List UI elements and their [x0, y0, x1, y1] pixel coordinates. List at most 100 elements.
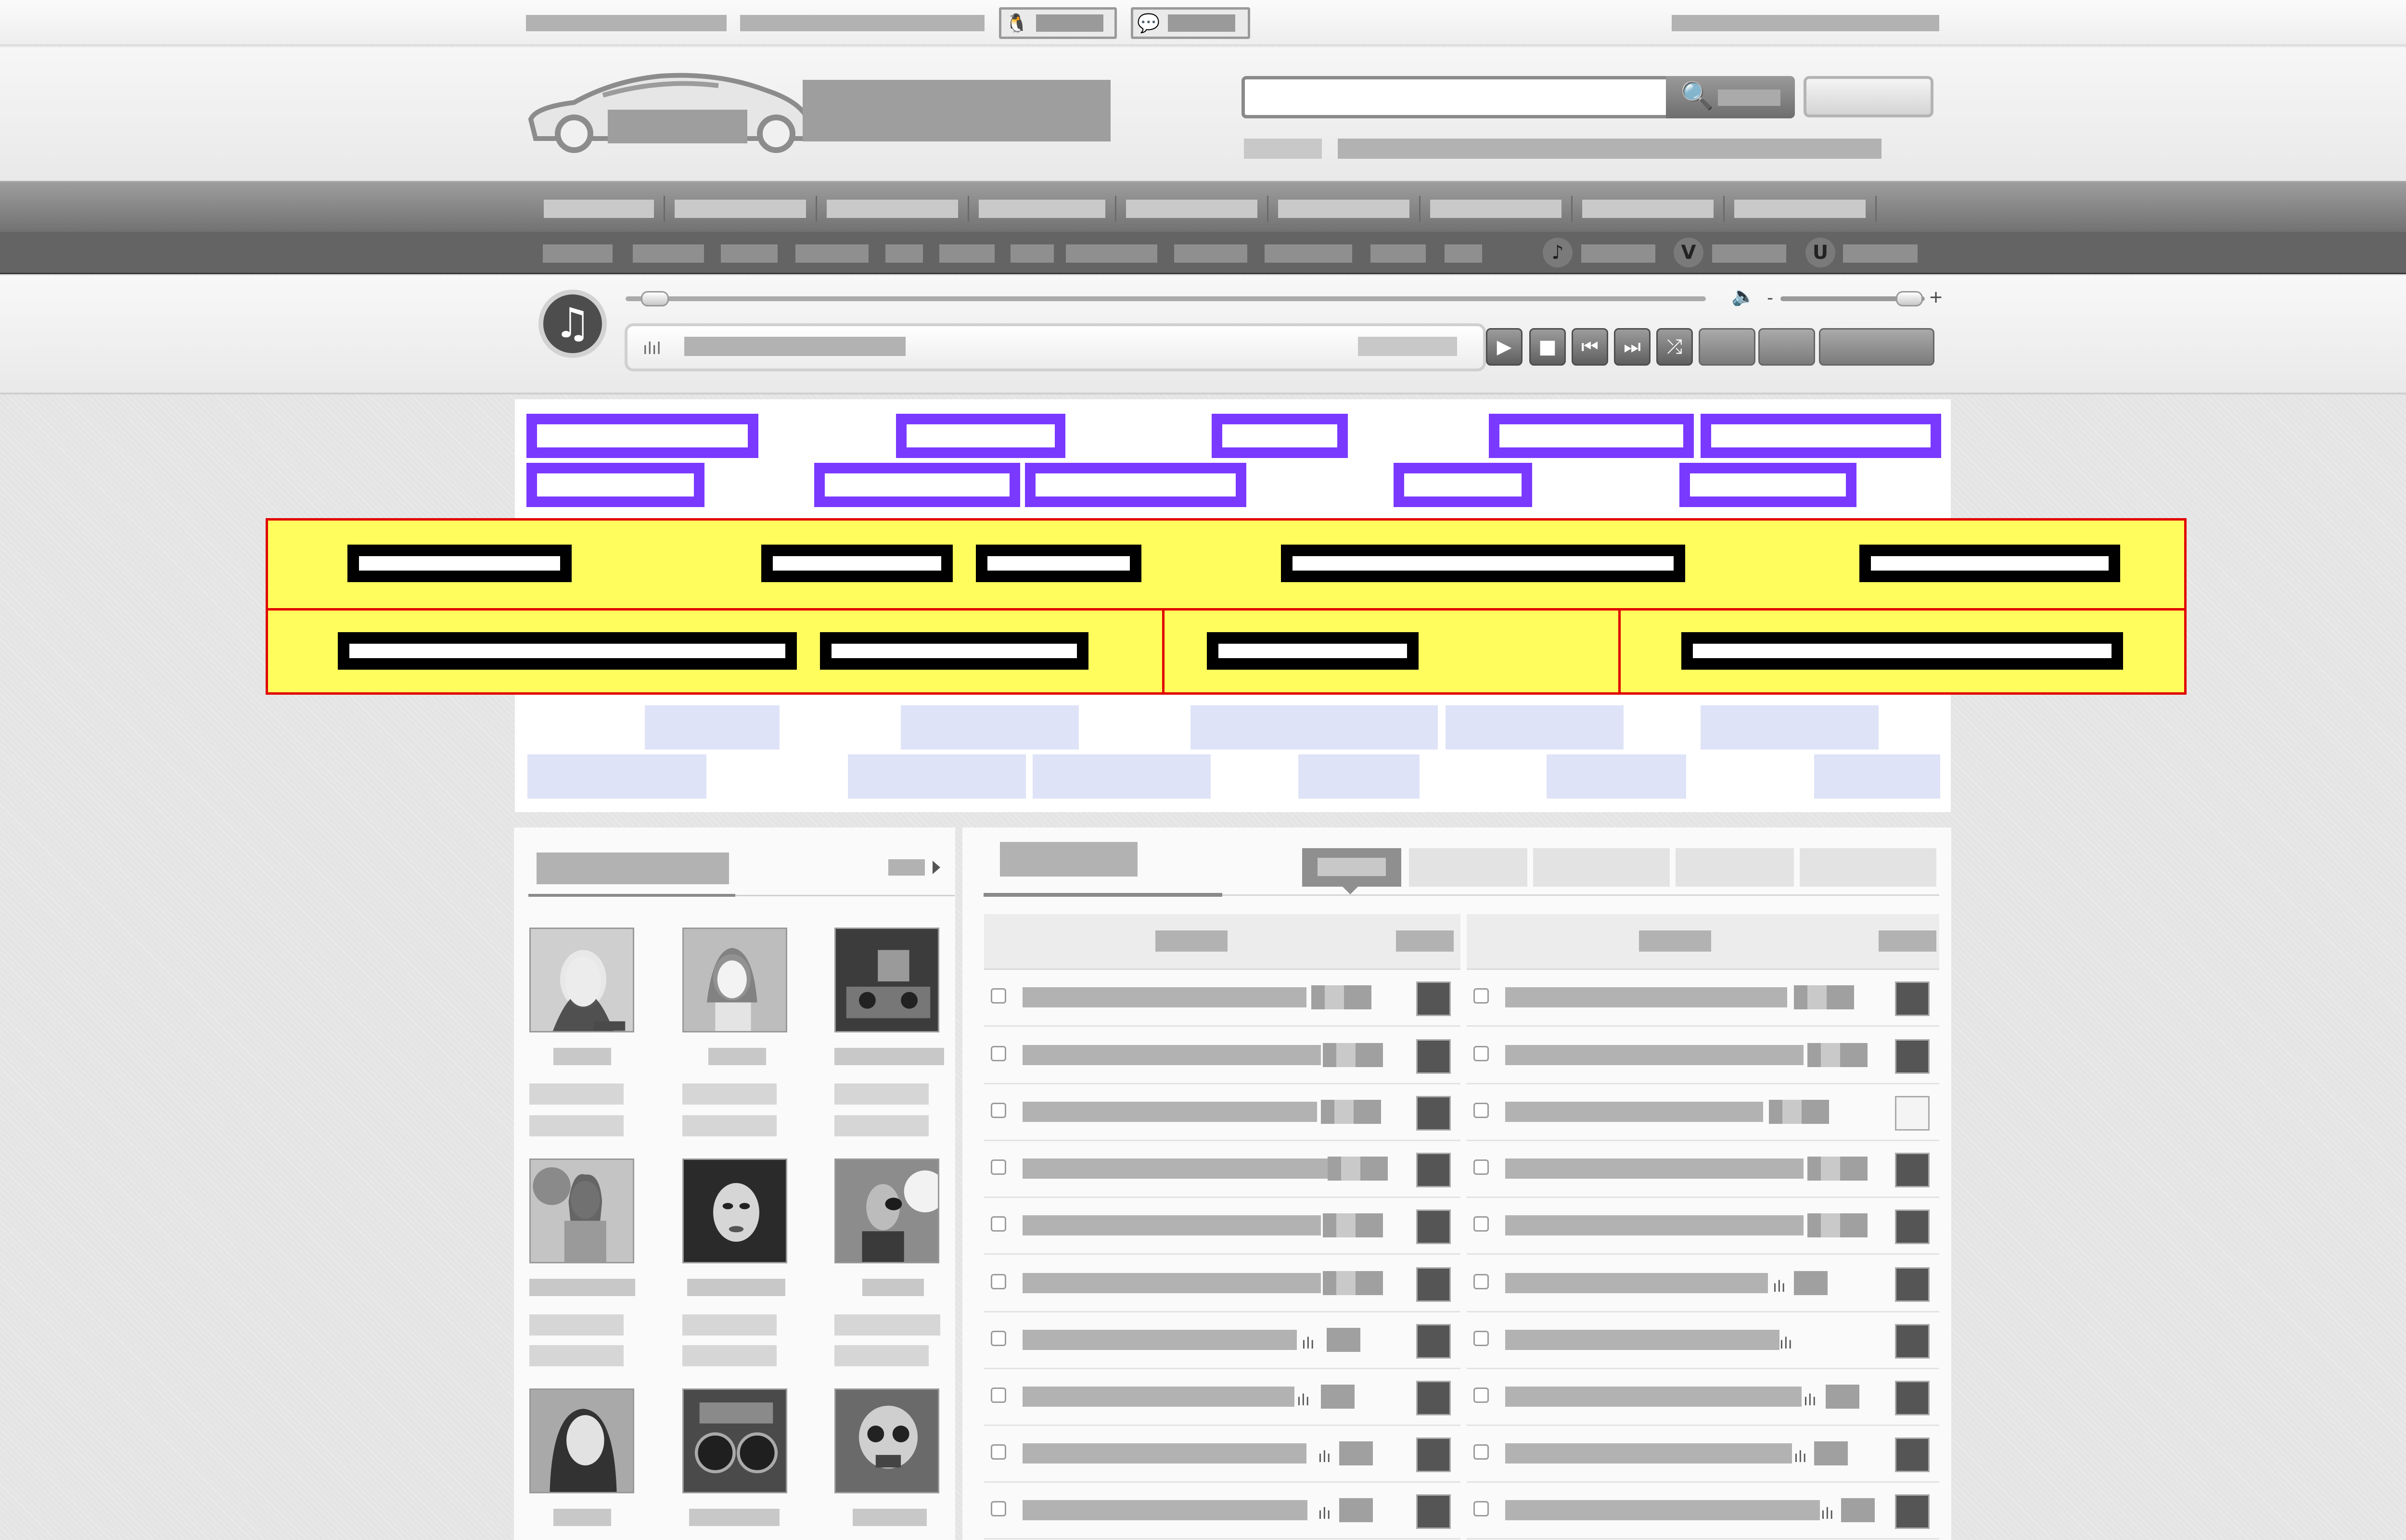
music-note-icon[interactable]: ♫: [538, 290, 607, 358]
dj-name[interactable]: [553, 1509, 611, 1526]
sub-nav-item-11[interactable]: [1370, 244, 1426, 263]
track-title[interactable]: [1505, 1443, 1792, 1464]
track-row[interactable]: [984, 970, 1460, 1027]
tag-link[interactable]: [761, 545, 953, 582]
tag-link[interactable]: [1281, 545, 1685, 582]
v-channel-icon[interactable]: V: [1674, 238, 1703, 267]
dj-thumb[interactable]: [1895, 1209, 1930, 1244]
track-checkbox[interactable]: [1473, 1274, 1489, 1289]
track-checkbox[interactable]: [1473, 1103, 1489, 1118]
dj-avatar[interactable]: [834, 928, 939, 1032]
tag-link[interactable]: [1547, 754, 1686, 799]
track-row[interactable]: [984, 1198, 1460, 1255]
track-row[interactable]: [984, 1028, 1460, 1084]
track-checkbox[interactable]: [991, 1216, 1006, 1232]
tag-link[interactable]: [820, 632, 1088, 670]
track-title[interactable]: [1505, 1215, 1804, 1235]
track-checkbox[interactable]: [1473, 1501, 1489, 1516]
dj-avatar[interactable]: [834, 1388, 939, 1493]
track-row[interactable]: [1467, 1141, 1939, 1198]
dj-thumb[interactable]: [1416, 1096, 1451, 1131]
nav-item-3[interactable]: [817, 196, 969, 222]
nav-item-4[interactable]: [969, 196, 1116, 222]
track-title[interactable]: [1023, 1330, 1297, 1350]
tag-link[interactable]: [1681, 632, 2123, 670]
track-checkbox[interactable]: [1473, 1387, 1489, 1403]
dj-thumb[interactable]: [1416, 1438, 1451, 1472]
sub-nav-item-6[interactable]: [939, 244, 995, 263]
tag-link[interactable]: [814, 463, 1020, 507]
speaker-icon[interactable]: 🔈: [1731, 287, 1755, 306]
dj-thumb[interactable]: [1895, 1438, 1930, 1472]
track-row[interactable]: ılı: [1467, 1312, 1939, 1369]
sub-nav-item-12[interactable]: [1445, 244, 1482, 263]
dj-name[interactable]: [853, 1509, 927, 1526]
sub-nav-item-4[interactable]: [795, 244, 869, 263]
tag-link[interactable]: [848, 754, 1026, 799]
dj-thumb[interactable]: [1895, 1267, 1930, 1302]
sub-nav-item-7[interactable]: [1011, 244, 1054, 263]
wechat-login-button[interactable]: 💬: [1131, 7, 1250, 39]
track-title[interactable]: [1505, 1500, 1820, 1520]
track-title[interactable]: [1023, 1273, 1321, 1293]
tag-link[interactable]: [1394, 463, 1532, 507]
dj-name[interactable]: [862, 1279, 924, 1296]
nav-item-8[interactable]: [1573, 196, 1725, 222]
sub-nav-item-5[interactable]: [885, 244, 923, 263]
track-row[interactable]: [1467, 1028, 1939, 1084]
tab-5[interactable]: [1800, 848, 1936, 887]
track-title[interactable]: [1023, 1500, 1307, 1520]
dj-thumb[interactable]: [1895, 981, 1930, 1016]
tag-link[interactable]: [1190, 705, 1438, 750]
site-logo[interactable]: [516, 62, 1137, 153]
sub-nav-item-10[interactable]: [1265, 244, 1352, 263]
progress-handle[interactable]: [641, 291, 669, 306]
progress-bar[interactable]: [626, 296, 1706, 301]
dj-name[interactable]: [529, 1279, 635, 1296]
dj-avatar[interactable]: [682, 1158, 787, 1263]
top-link-1[interactable]: [526, 15, 727, 31]
tag-link[interactable]: [1025, 463, 1246, 507]
dj-thumb[interactable]: [1416, 1209, 1451, 1244]
dj-thumb[interactable]: [1416, 1381, 1451, 1415]
tag-link[interactable]: [1298, 754, 1420, 799]
track-row[interactable]: [984, 1084, 1460, 1141]
u-channel-icon[interactable]: U: [1805, 238, 1835, 267]
volume-handle[interactable]: [1896, 291, 1923, 306]
player-option-button-3[interactable]: [1819, 328, 1934, 366]
track-checkbox[interactable]: [991, 1387, 1006, 1403]
dj-name[interactable]: [687, 1279, 785, 1296]
dj-thumb[interactable]: [1416, 1494, 1451, 1529]
stop-button[interactable]: ■: [1529, 328, 1566, 366]
v-channel-label[interactable]: [1712, 244, 1786, 263]
dj-avatar[interactable]: [529, 928, 634, 1032]
shuffle-button[interactable]: ⤮: [1656, 328, 1693, 366]
tag-link[interactable]: [1701, 414, 1941, 458]
previous-button[interactable]: ⏮: [1572, 328, 1608, 366]
search-button[interactable]: 🔍: [1666, 76, 1795, 118]
track-title[interactable]: [1505, 1158, 1804, 1179]
play-button[interactable]: ▶: [1486, 328, 1523, 366]
tag-link[interactable]: [347, 545, 572, 582]
tag-link[interactable]: [1489, 414, 1694, 458]
track-row[interactable]: [1467, 970, 1939, 1027]
track-row[interactable]: ılı: [984, 1312, 1460, 1369]
tag-link[interactable]: [1207, 632, 1419, 670]
track-title[interactable]: [1023, 1387, 1294, 1407]
volume-plus[interactable]: +: [1929, 289, 1943, 306]
track-checkbox[interactable]: [1473, 1159, 1489, 1175]
track-checkbox[interactable]: [1473, 1046, 1489, 1061]
track-title[interactable]: [1505, 1273, 1768, 1293]
music-channel-label[interactable]: [1581, 244, 1655, 263]
tab-4[interactable]: [1676, 848, 1794, 887]
sub-nav-item-1[interactable]: [543, 244, 613, 263]
dj-thumb[interactable]: [1416, 981, 1451, 1016]
track-title[interactable]: [1023, 987, 1306, 1007]
track-row[interactable]: [1467, 1198, 1939, 1255]
dj-name[interactable]: [553, 1048, 611, 1065]
track-title[interactable]: [1023, 1102, 1317, 1122]
track-title[interactable]: [1023, 1215, 1321, 1235]
sub-nav-item-9[interactable]: [1174, 244, 1247, 263]
track-row[interactable]: ılı: [984, 1369, 1460, 1426]
track-checkbox[interactable]: [991, 1046, 1006, 1061]
